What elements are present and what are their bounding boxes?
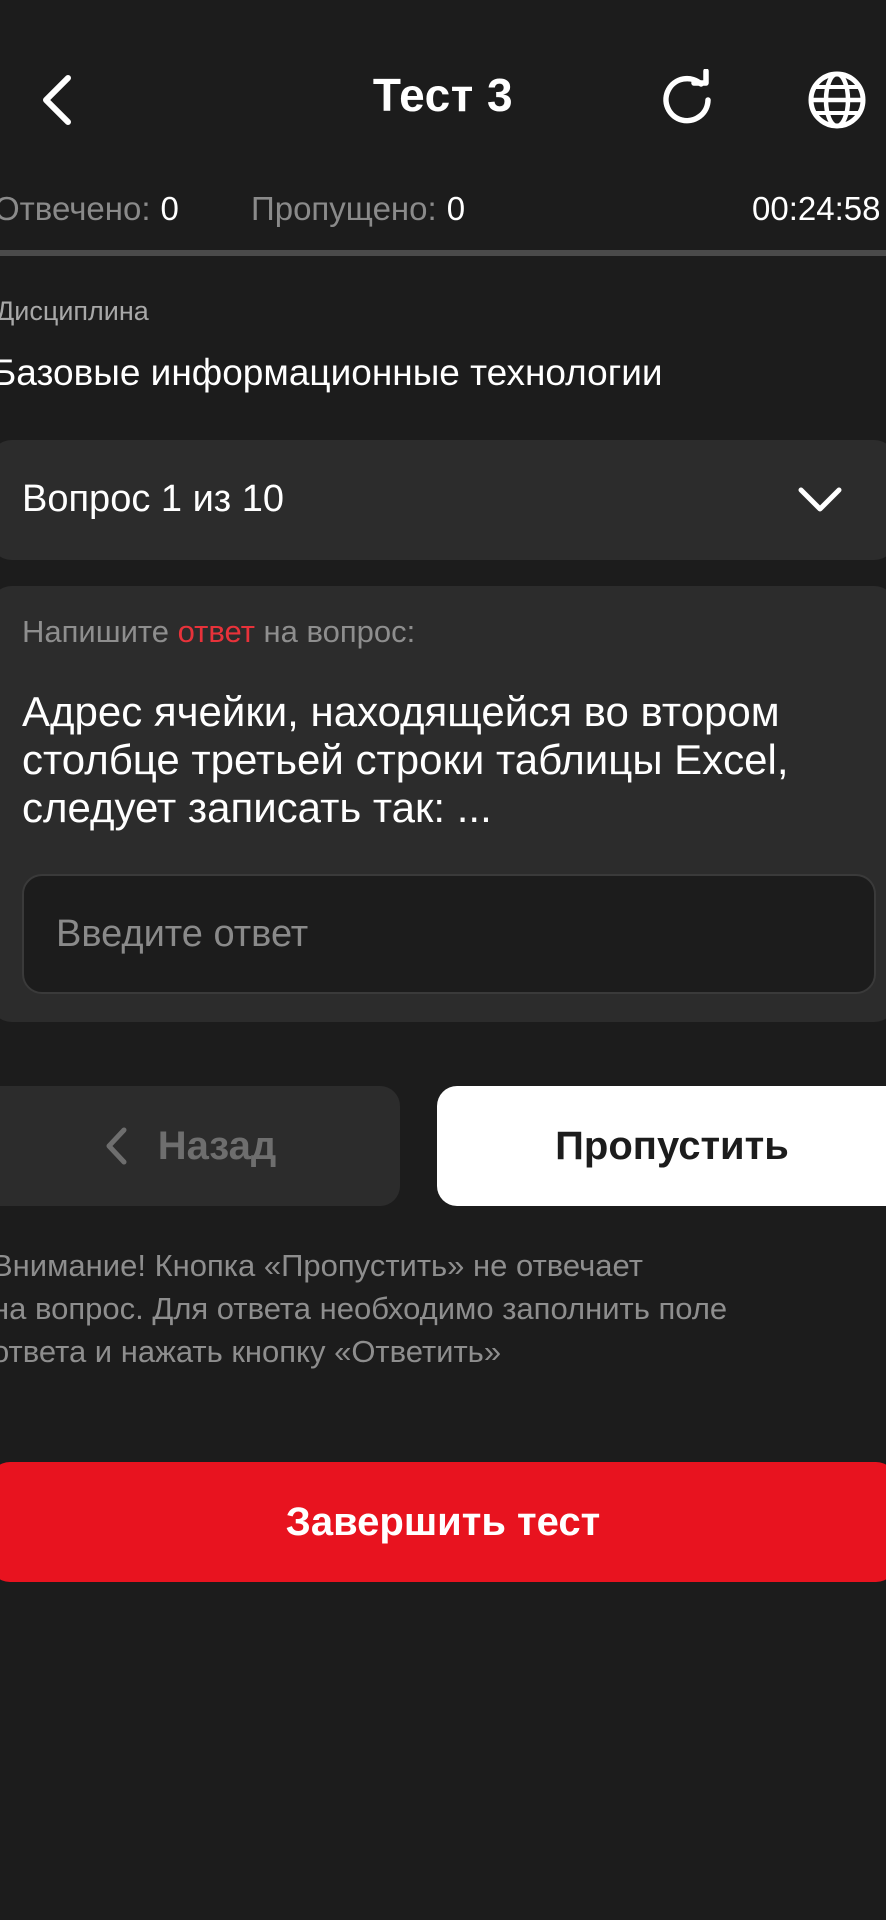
skip-button[interactable]: Пропустить <box>437 1086 886 1206</box>
skipped-count: 0 <box>446 190 466 227</box>
skip-label: Пропустить <box>555 1123 789 1168</box>
instruction-prefix: Напишите <box>22 614 178 649</box>
question-counter: Вопрос 1 из 10 <box>22 478 285 520</box>
progress-stats: Отвечено: 0 Пропущено: 0 00:24:58 <box>0 190 886 236</box>
question-selector[interactable]: Вопрос 1 из 10 <box>0 440 886 560</box>
warning-line-2: на вопрос. Для ответа необходимо заполни… <box>0 1291 728 1326</box>
answered-label: Отвечено: <box>0 190 151 227</box>
chevron-left-icon <box>106 1127 127 1165</box>
progress-divider <box>0 250 886 256</box>
discipline-label: Дисциплина <box>0 296 149 326</box>
timer: 00:24:58 <box>752 190 881 227</box>
answered-count: 0 <box>160 190 179 227</box>
question-card: Напишите ответ на вопрос: Адрес ячейки, … <box>0 586 886 1022</box>
test-screen: Тест 3 Отвечено:0 Пропущено:0 00:24:58 <box>0 0 886 1920</box>
back-question-label: Назад <box>157 1123 277 1168</box>
globe-icon <box>808 71 866 129</box>
skipped-label: Пропущено: <box>251 190 437 227</box>
finish-test-button[interactable]: Завершить тест <box>0 1462 886 1582</box>
warning-line-3: ответа и нажать кнопку «Ответить» <box>0 1334 502 1369</box>
discipline-name: Базовые информационные технологии <box>0 352 663 393</box>
refresh-icon <box>663 69 711 124</box>
language-button[interactable] <box>795 58 879 142</box>
back-question-button[interactable]: Назад <box>0 1086 400 1206</box>
refresh-button[interactable] <box>645 58 729 142</box>
instruction-suffix: на вопрос: <box>254 614 416 649</box>
finish-test-label: Завершить тест <box>285 1499 601 1544</box>
header: Тест 3 <box>0 0 886 200</box>
warning-line-1: Внимание! Кнопка «Пропустить» не отвечае… <box>0 1248 643 1283</box>
skipped-stat: Пропущено: 0 <box>251 190 465 228</box>
page-title: Тест 3 <box>372 69 514 121</box>
instruction-accent: ответ <box>177 614 255 649</box>
answered-stat: Отвечено: 0 <box>0 190 179 228</box>
question-text: Адрес ячейки, находящейся во втором стол… <box>22 688 789 831</box>
chevron-down-icon <box>798 487 842 512</box>
question-instruction: Напишите ответ на вопрос: <box>22 614 415 650</box>
answer-input[interactable] <box>22 874 876 994</box>
skip-warning: Внимание! Кнопка «Пропустить» не отвечае… <box>0 1244 872 1373</box>
